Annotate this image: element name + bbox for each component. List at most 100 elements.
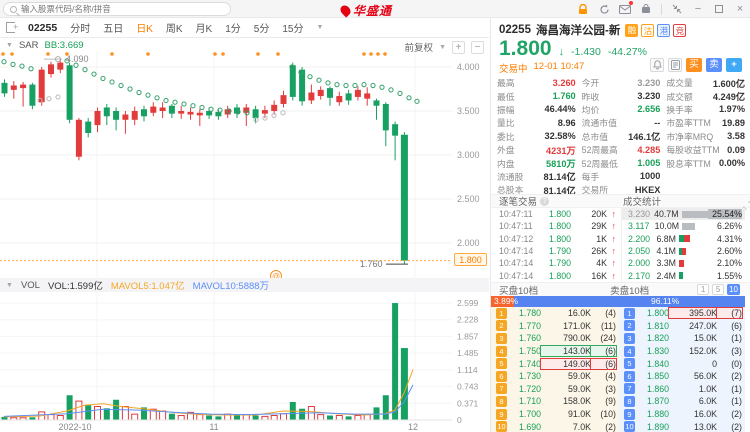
tick-price: 1.800 [548,270,571,281]
stat-percent: 2.10% [717,258,742,269]
bid-volume: 158.0K [563,396,591,407]
depth-level-badge: 7 [624,383,635,395]
add-watchlist-button[interactable]: + [726,58,742,72]
more-periods-icon[interactable]: ▼ [316,24,323,31]
indicator-name[interactable]: SAR [19,40,39,51]
tab-15分[interactable]: 15分 [282,20,303,35]
zoom-out-button[interactable]: − [471,40,484,54]
quote-value: 3.230 [637,91,661,102]
help-icon[interactable]: ? [540,196,550,206]
candlestick-chart[interactable]: 4.0003.5003.0002.5002.0004.0901.760@ [0,40,489,278]
stat-row[interactable]: 2.000 3.3M 2.10% [622,257,745,269]
ask-row[interactable]: 7 1.860 1.0K (1) [619,383,745,396]
mail-icon[interactable] [619,1,633,15]
quote-value: 46.44% [544,104,576,115]
maximize-icon[interactable] [713,3,725,15]
bid-depth-table[interactable]: 1 1.780 16.0K (4) 2 1.770 171.0K (11) 3 1.760 790.… [491,307,619,432]
ask-row[interactable]: 4 1.830 152.0K (3) [619,345,745,358]
ask-row[interactable]: 8 1.870 6.0K (1) [619,395,745,408]
quote-cell: 成交量 1.600亿 [666,76,745,90]
tab-月K[interactable]: 月K [196,20,213,35]
adjust-caret-icon[interactable]: ▼ [439,44,446,51]
ask-price: 1.800 [646,308,669,319]
quote-value: 32.58% [544,131,576,142]
tick-trade-list[interactable]: 10:47:11 1.800 20K ↑ 10:47:11 1.800 29K ↑ 10:47:… [491,208,620,282]
ask-row[interactable]: 5 1.840 0 (0) [619,357,745,370]
tick-row[interactable]: 10:47:14 1.800 16K ↑ [491,269,620,281]
tab-五日[interactable]: 五日 [103,20,123,35]
note-button[interactable] [668,58,682,72]
shrink-icon[interactable] [671,3,683,15]
tick-row[interactable]: 10:47:14 1.790 26K ↑ [491,245,620,257]
bid-row[interactable]: 6 1.730 59.0K (4) [491,370,619,383]
quote-label: 每手 [581,171,600,182]
quote-label: 流通市值 [581,118,617,129]
vol-title[interactable]: VOL [21,280,40,291]
volume-distribution-list[interactable]: 3.230 40.7M 25.54% 3.117 10.0M 6.26% 2.200 6.8M… [621,208,745,282]
lock-icon[interactable] [577,3,589,15]
stat-volume: 3.3M [656,258,676,269]
quote-cell: 流通股 81.14亿 [497,169,576,183]
sell-button[interactable]: 卖 [706,58,722,72]
stat-row[interactable]: 3.230 40.7M 25.54% [622,208,745,221]
ask-depth-table[interactable]: 1 1.800 395.0K (7) 2 1.810 247.0K (6) 3 1.820 15.0… [619,307,745,432]
tab-1分[interactable]: 1分 [225,20,241,35]
tick-row[interactable]: 10:47:11 1.800 29K ↑ [491,220,620,232]
bid-row[interactable]: 4 1.750 143.0K (6) [491,345,619,358]
tab-分时[interactable]: 分时 [70,20,90,35]
alert-button[interactable] [650,58,664,72]
quote-value: 4.285 [637,144,661,155]
bid-row[interactable]: 2 1.770 171.0K (11) [491,320,619,333]
bid-row[interactable]: 1 1.780 16.0K (4) [491,307,619,320]
minimize-icon[interactable]: − [692,3,704,15]
volume-collapse-icon[interactable]: ▼ [6,282,13,289]
bid-row[interactable]: 3 1.760 790.0K (24) [491,332,619,345]
refresh-icon[interactable] [598,3,610,15]
ask-row[interactable]: 2 1.810 247.0K (6) [619,320,745,333]
stock-search-box[interactable] [3,2,231,16]
ask-row[interactable]: 10 1.890 13.0K (2) [619,420,745,432]
tick-row[interactable]: 10:47:11 1.800 20K ↑ [491,208,620,220]
volume-chart[interactable]: 2.599 2.228 1.857 1.485 1.114 0.743 0.371 0 2022… [0,292,489,432]
logo-text: 华盛通 [353,4,393,18]
depth-level-1[interactable]: 1 [697,284,710,295]
depth-level-10[interactable]: 10 [727,284,740,295]
tab-日K[interactable]: 日K [136,20,153,35]
tab-5分[interactable]: 5分 [254,20,270,35]
ask-depth-title: 卖盘10档 [610,285,650,297]
stat-row[interactable]: 2.200 6.8M 4.31% [622,233,745,245]
stat-row[interactable]: 3.117 10.0M 6.26% [622,220,745,232]
indicator-collapse-icon[interactable]: ▼ [6,42,13,49]
stat-row[interactable]: 2.050 4.1M 2.60% [622,245,745,257]
ask-row[interactable]: 9 1.880 16.0K (2) [619,408,745,421]
ask-price: 1.840 [646,358,669,369]
depth-level-5[interactable]: 5 [712,284,725,295]
quote-cell: 总市值 146.1亿 [582,129,661,143]
adjust-mode[interactable]: 前复权 [405,40,434,54]
quote-row: 最高 3.260 今开 3.230 成交量 1.600亿 [491,76,750,89]
ask-row[interactable]: 1 1.800 395.0K (7) [619,307,745,320]
quote-label: 成交额 [666,91,693,102]
watchlist-panel-icon[interactable] [6,22,18,33]
bid-price: 1.700 [518,409,541,420]
ask-row[interactable]: 3 1.820 15.0K (1) [619,332,745,345]
quote-label: 今开 [581,78,600,89]
zoom-in-button[interactable]: + [452,40,465,54]
bid-row[interactable]: 8 1.710 158.0K (9) [491,395,619,408]
stat-row[interactable]: 2.170 2.4M 1.55% [622,269,745,281]
bid-row[interactable]: 9 1.700 91.0K (10) [491,408,619,421]
bid-row[interactable]: 7 1.720 59.0K (3) [491,383,619,396]
tick-row[interactable]: 10:47:12 1.800 1K ↑ [491,233,620,245]
bag-icon[interactable] [640,3,652,15]
bid-row[interactable]: 5 1.740 149.0K (6) [491,357,619,370]
tab-周K[interactable]: 周K [166,20,183,35]
tick-row[interactable]: 10:47:14 1.790 4K ↑ [491,257,620,269]
bid-orders: (11) [601,320,616,331]
close-icon[interactable]: × [734,3,746,15]
search-input[interactable] [21,4,211,14]
ask-row[interactable]: 6 1.850 56.0K (2) [619,370,745,383]
buy-button[interactable]: 买 [686,58,702,72]
ask-price: 1.860 [646,383,669,394]
tick-time: 10:47:14 [499,270,534,281]
bid-row[interactable]: 10 1.690 7.0K (2) [491,420,619,432]
